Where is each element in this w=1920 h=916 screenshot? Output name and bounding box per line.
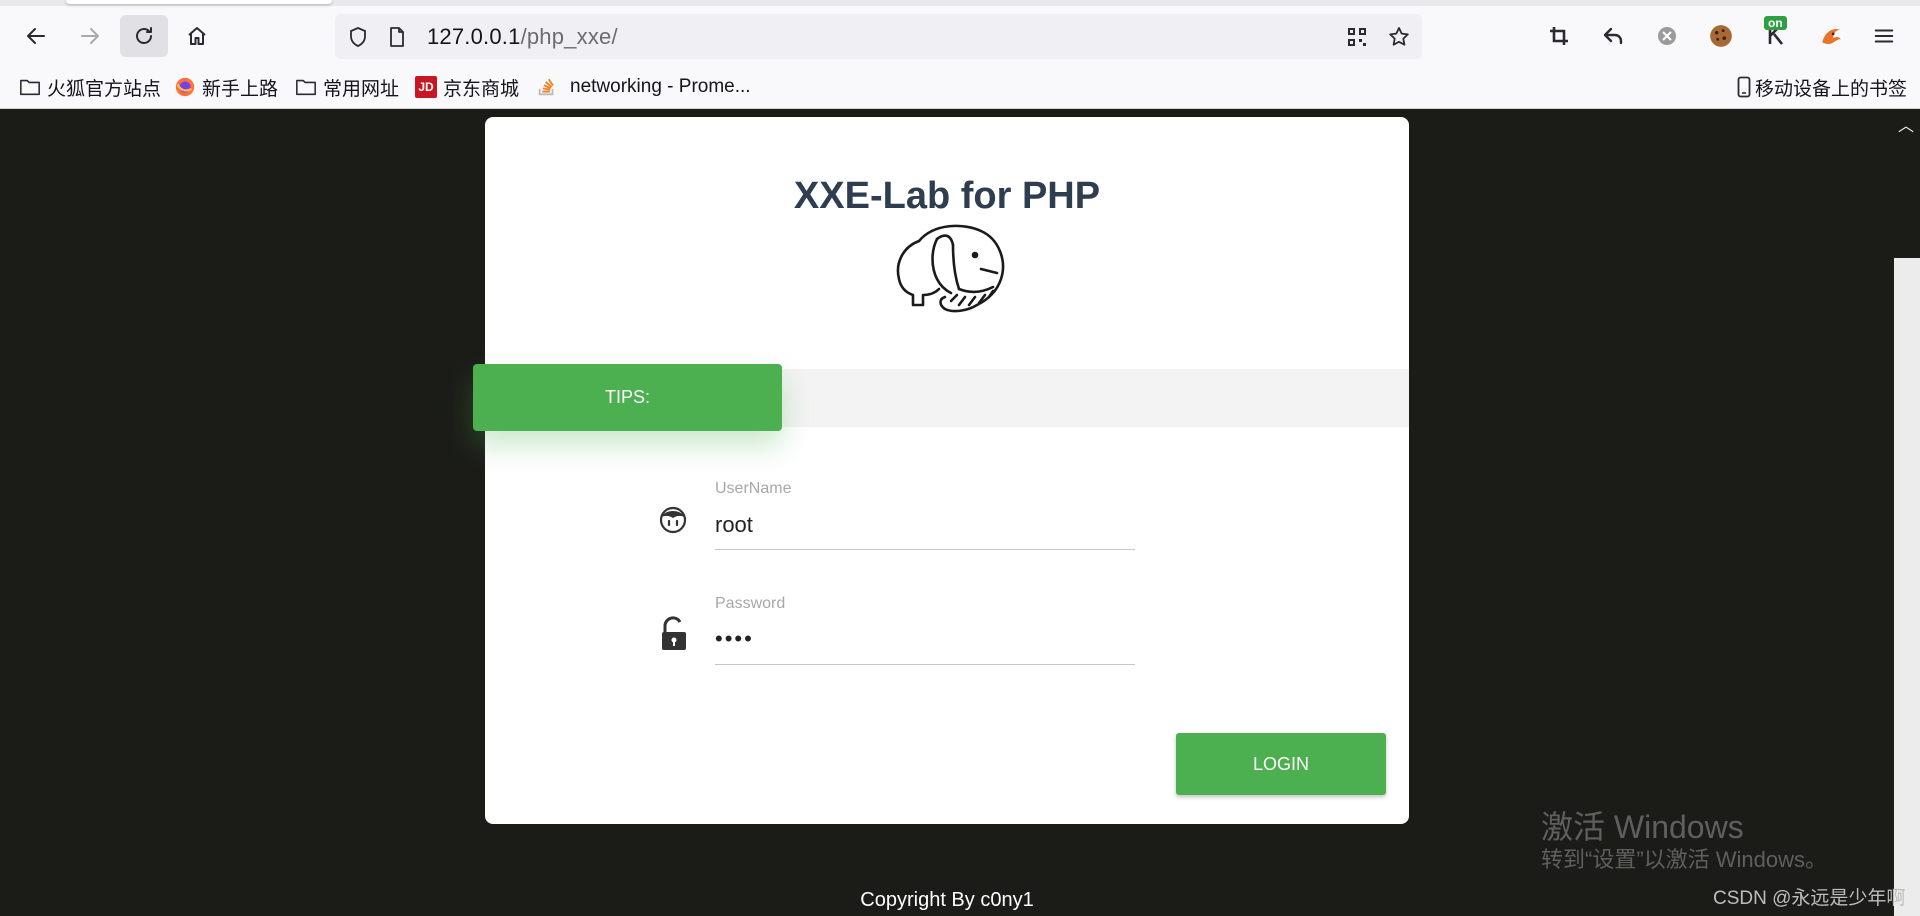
mobile-bookmarks[interactable]: 移动设备上的书签 [1736, 74, 1907, 100]
undo-arrow-icon[interactable] [1597, 20, 1629, 52]
bookmark-networking[interactable]: networking - Prome... [535, 74, 751, 100]
forward-button[interactable] [66, 15, 114, 57]
url-host: 127.0.0.1 [427, 24, 521, 49]
bookmark-label: 常用网址 [323, 78, 400, 100]
crop-icon[interactable] [1543, 20, 1575, 52]
csdn-watermark: CSDN @永远是少年啊 [1713, 888, 1906, 909]
username-label: UserName [715, 480, 792, 497]
browser-toolbar: 127.0.0.1/php_xxe/ on 火狐官方站点 新手上路 常用网址 J… [0, 0, 1920, 109]
hamburger-menu-icon[interactable] [1868, 20, 1900, 52]
fox-extension-icon[interactable] [1815, 20, 1847, 52]
user-face-icon [659, 506, 687, 534]
address-bar[interactable]: 127.0.0.1/php_xxe/ [335, 14, 1422, 59]
home-icon [188, 27, 206, 45]
extension-on-badge: on [1764, 16, 1787, 30]
back-button[interactable] [12, 15, 60, 57]
url-path: /php_xxe/ [520, 24, 618, 49]
scrollbar-thumb[interactable] [1894, 258, 1920, 916]
username-input[interactable]: root [715, 512, 753, 538]
cookie-icon[interactable] [1705, 20, 1737, 52]
home-button[interactable] [173, 15, 221, 57]
qr-code-icon[interactable] [1344, 24, 1370, 50]
copyright-text: Copyright By c0ny1 [860, 889, 1034, 911]
login-button[interactable]: LOGIN [1176, 733, 1386, 795]
bookmark-common-sites[interactable]: 常用网址 [294, 74, 399, 100]
page-icon[interactable] [384, 24, 410, 50]
password-input[interactable]: •••• [715, 626, 754, 652]
jd-icon-text: JD [415, 76, 437, 98]
url-text[interactable]: 127.0.0.1/php_xxe/ [427, 24, 618, 50]
bookmark-label: 京东商城 [443, 78, 520, 100]
folder-icon [18, 75, 42, 99]
stackoverflow-icon [535, 75, 559, 99]
unlock-icon [662, 616, 686, 650]
active-tab-edge[interactable] [66, 0, 332, 4]
password-underline [715, 664, 1135, 665]
page-title: XXE-Lab for PHP [793, 175, 1101, 217]
scroll-up-arrow-icon[interactable]: ︿ [1898, 112, 1914, 136]
login-card: XXE-Lab for PHP [485, 117, 1409, 824]
reload-icon [136, 27, 152, 44]
bookmark-jd[interactable]: JD 京东商城 [414, 74, 519, 100]
bookmark-getting-started[interactable]: 新手上路 [173, 74, 278, 100]
elephant-logo-icon [896, 224, 1005, 313]
bookmark-label: networking - Prome... [570, 76, 751, 97]
tips-button[interactable]: TIPS: [473, 364, 782, 431]
shield-icon[interactable] [345, 24, 371, 50]
activate-windows-hint: 转到“设置”以激活 Windows。 [1541, 847, 1828, 872]
bookmark-label: 新手上路 [202, 78, 279, 100]
arrow-right-icon [81, 28, 99, 44]
extension-gray-icon[interactable] [1651, 20, 1683, 52]
username-underline [715, 549, 1135, 550]
jd-icon: JD [414, 75, 438, 99]
password-label: Password [715, 595, 786, 612]
mobile-device-icon [1736, 75, 1752, 99]
reload-button[interactable] [120, 15, 168, 57]
folder-icon [294, 75, 318, 99]
bookmark-firefox-site[interactable]: 火狐官方站点 [18, 74, 161, 100]
firefox-icon [173, 75, 197, 99]
arrow-left-icon [27, 28, 45, 44]
bookmark-label: 移动设备上的书签 [1755, 78, 1908, 100]
star-bookmark-icon[interactable] [1386, 24, 1412, 50]
bookmark-label: 火狐官方站点 [47, 78, 162, 100]
